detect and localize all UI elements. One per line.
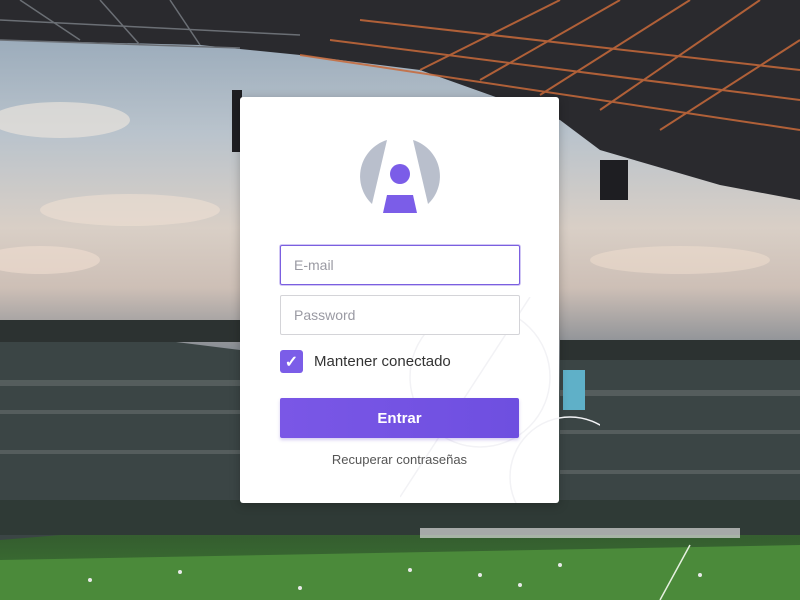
password-field[interactable] — [280, 295, 520, 335]
remember-checkbox[interactable]: ✓ — [280, 350, 303, 373]
login-card: ✓ Mantener conectado Entrar Recuperar co… — [240, 97, 600, 503]
login-button[interactable]: Entrar — [280, 398, 519, 438]
recover-password-link[interactable]: Recuperar contraseñas — [240, 452, 559, 467]
app-logo-icon — [360, 140, 440, 213]
email-field[interactable] — [280, 245, 520, 285]
checkmark-icon: ✓ — [284, 353, 299, 371]
remember-label[interactable]: Mantener conectado — [314, 352, 451, 371]
